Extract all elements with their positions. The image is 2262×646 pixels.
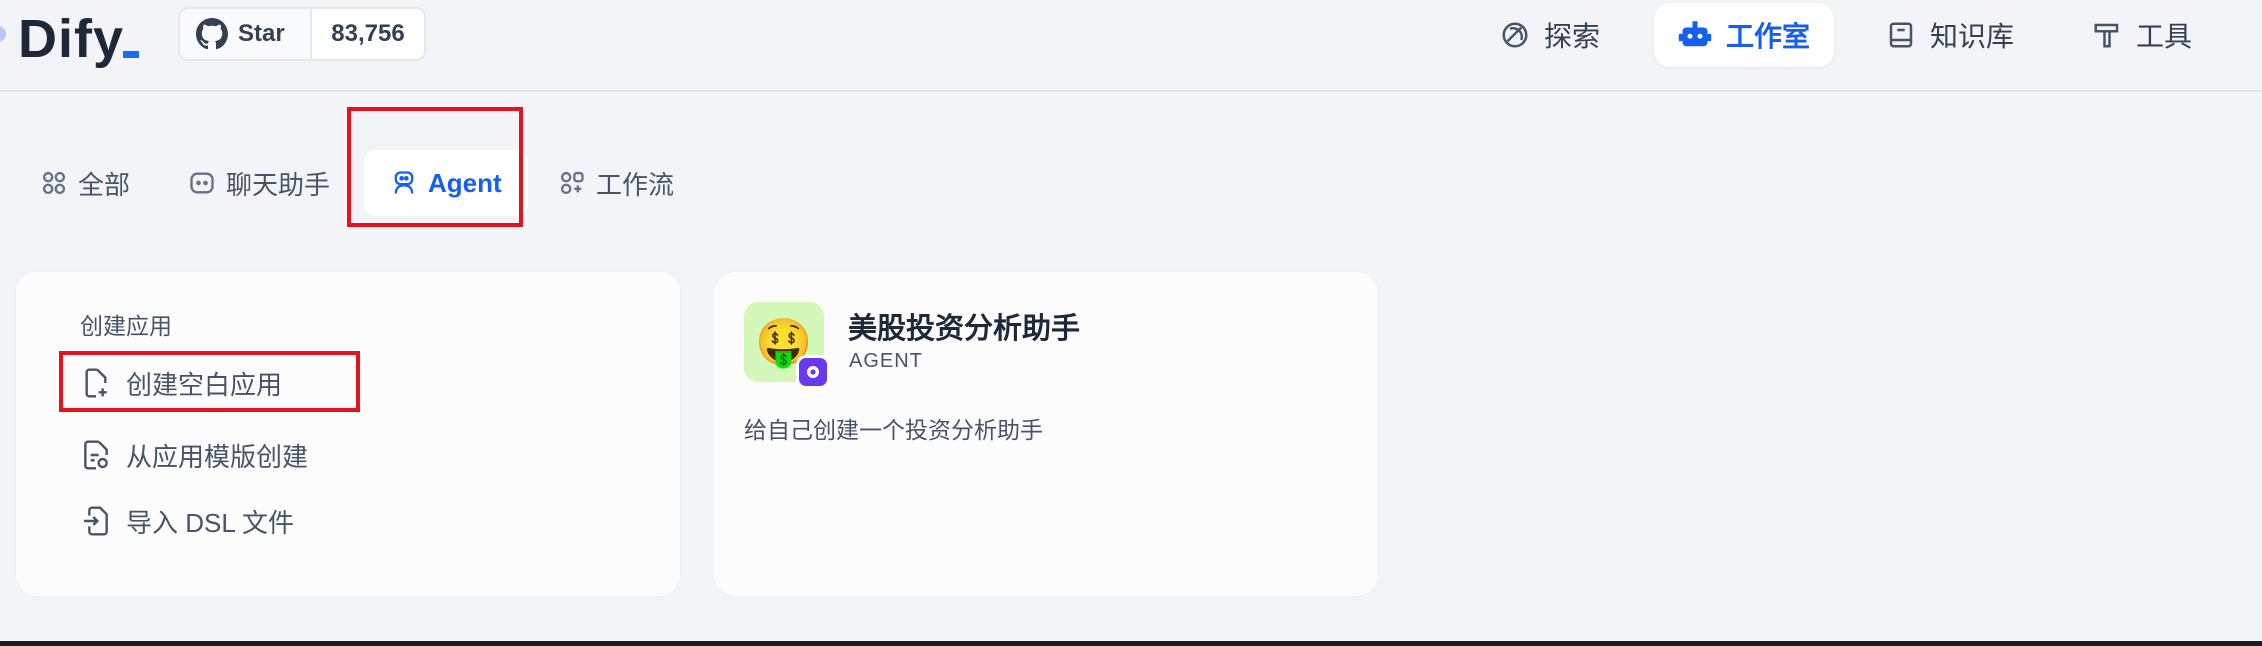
create-from-template-button[interactable]: 从应用模版创建 (80, 433, 308, 477)
nav-tools-label: 工具 (2136, 21, 2193, 52)
agent-icon (394, 171, 414, 194)
tab-chat-assistant-label: 聊天助手 (226, 169, 331, 200)
nav-explore-label: 探索 (1544, 21, 1601, 52)
compass-icon (1502, 22, 1528, 48)
file-import-icon (84, 506, 108, 536)
nav-knowledge-label: 知识库 (1930, 21, 2015, 52)
import-dsl-label: 导入 DSL 文件 (126, 507, 295, 538)
create-blank-app-button[interactable]: 创建空白应用 (80, 361, 282, 405)
logo-mark (0, 26, 6, 42)
create-app-title: 创建应用 (80, 313, 172, 339)
book-icon (1889, 22, 1913, 48)
app-description: 给自己创建一个投资分析助手 (744, 417, 1043, 443)
import-dsl-button[interactable]: 导入 DSL 文件 (80, 499, 294, 543)
top-header: Dify Star 83,756 探索 工作室 知识库 工具 (0, 0, 2262, 92)
github-star-count[interactable]: 83,756 (310, 9, 424, 59)
tab-workflow-label: 工作流 (596, 169, 675, 200)
chat-bot-icon (190, 172, 214, 194)
file-template-icon (84, 440, 108, 470)
grid-icon (42, 171, 66, 195)
github-star-label: Star (238, 20, 285, 47)
agent-badge-icon (796, 355, 830, 389)
tab-all[interactable]: 全部 (40, 150, 130, 216)
logo-underscore (123, 51, 139, 58)
tab-agent-label: Agent (428, 167, 502, 198)
dify-logo[interactable]: Dify (18, 8, 124, 70)
create-blank-app-label: 创建空白应用 (126, 369, 283, 400)
tab-workflow[interactable]: 工作流 (558, 150, 674, 216)
nav-tools[interactable]: 工具 (2092, 3, 2192, 67)
robot-icon (1678, 21, 1712, 47)
workflow-icon (560, 171, 584, 195)
github-star-button[interactable]: Star (180, 9, 310, 59)
brain-icon (807, 366, 819, 378)
nav-explore[interactable]: 探索 (1500, 3, 1600, 67)
github-icon (196, 18, 228, 50)
create-from-template-label: 从应用模版创建 (126, 441, 309, 472)
tab-agent[interactable]: Agent (364, 150, 528, 216)
app-type-label: AGENT (849, 350, 923, 372)
nav-studio[interactable]: 工作室 (1654, 3, 1835, 67)
nav-knowledge[interactable]: 知识库 (1886, 3, 2014, 67)
github-star-badge[interactable]: Star 83,756 (178, 7, 426, 61)
app-name: 美股投资分析助手 (848, 313, 1081, 345)
nav-studio-label: 工作室 (1726, 21, 1811, 52)
hammer-icon (2094, 23, 2119, 48)
tab-all-label: 全部 (78, 169, 131, 200)
file-plus-icon (85, 368, 107, 398)
window-bottom-edge (0, 641, 2262, 646)
tab-chat-assistant[interactable]: 聊天助手 (188, 150, 330, 216)
